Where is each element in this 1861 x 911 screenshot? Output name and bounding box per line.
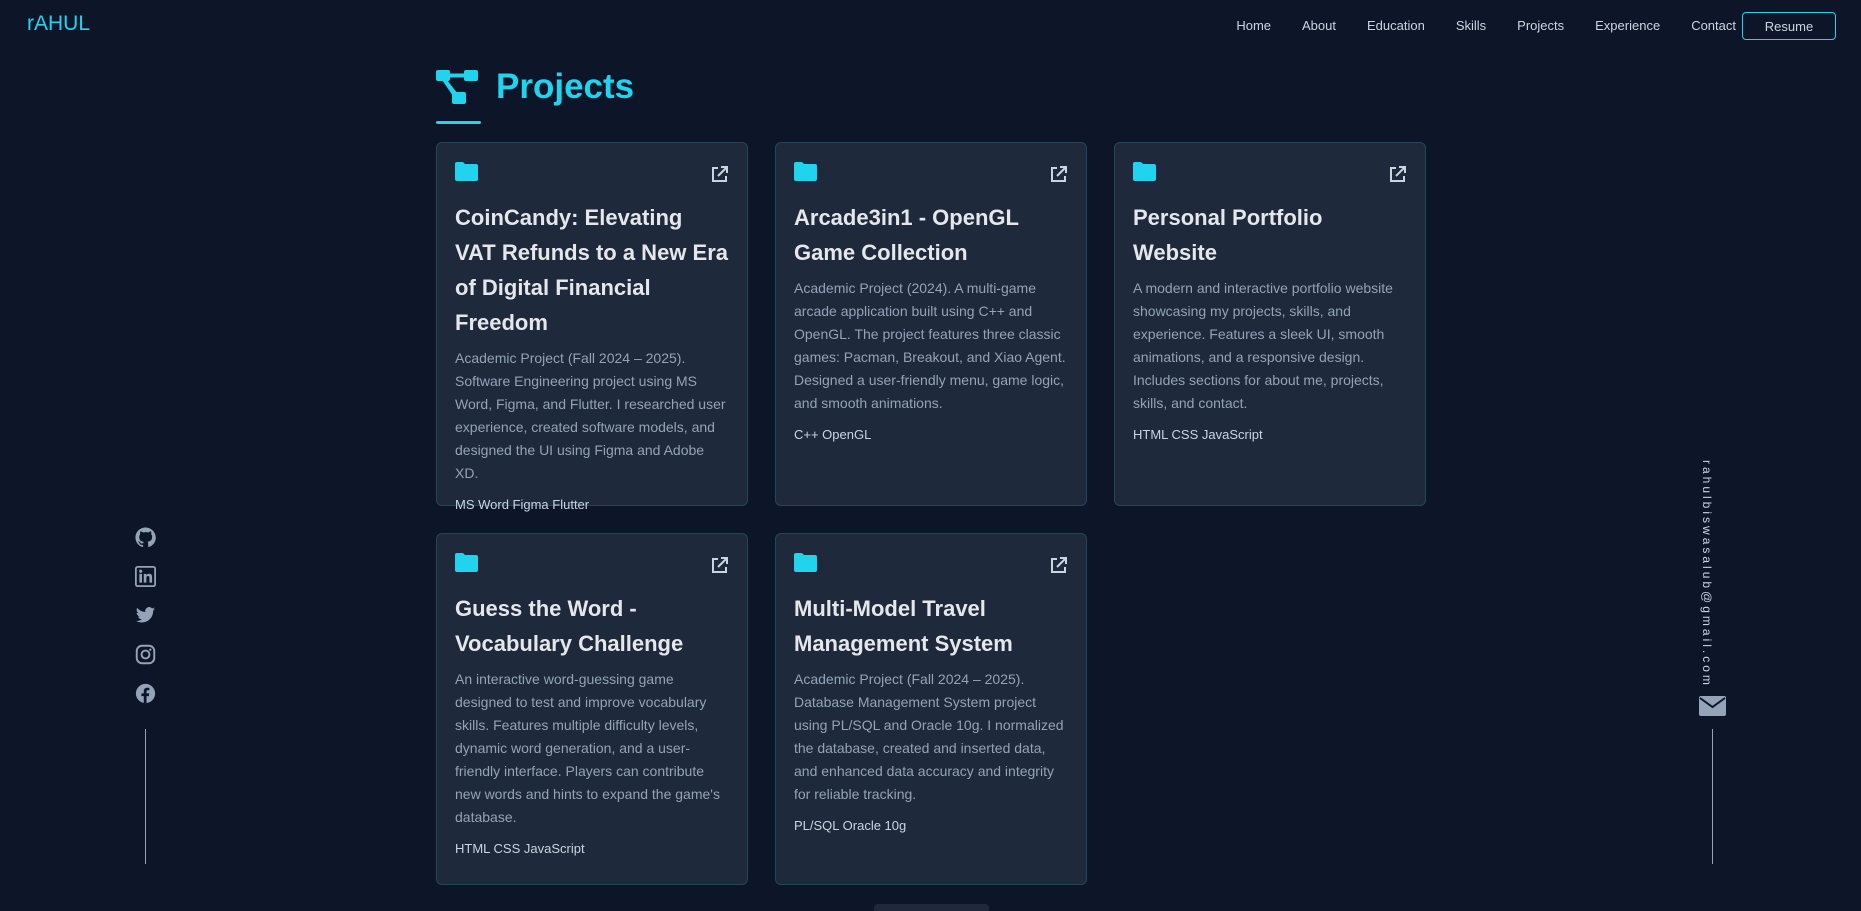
project-tech-list: C++ OpenGL — [794, 427, 872, 442]
project-title: Guess the Word - Vocabulary Challenge — [455, 596, 684, 656]
project-tech-list: PL/SQL Oracle 10g — [794, 818, 907, 833]
heading-underline — [436, 121, 481, 124]
project-tech-list: MS Word Figma Flutter — [455, 497, 590, 512]
project-diagram-icon — [436, 70, 478, 104]
external-link-icon[interactable] — [1049, 165, 1068, 184]
nav-link-experience[interactable]: Experience — [1595, 18, 1660, 33]
resume-button[interactable]: Resume — [1742, 12, 1836, 40]
top-navbar: rAHUL Home About Education Skills Projec… — [0, 0, 1861, 52]
nav-link-home[interactable]: Home — [1236, 18, 1271, 33]
project-card: Guess the Word - Vocabulary Challenge An… — [436, 533, 748, 885]
project-card: CoinCandy: Elevating VAT Refunds to a Ne… — [436, 142, 748, 512]
show-more-button[interactable] — [874, 904, 989, 911]
project-tech-list: HTML CSS JavaScript — [455, 841, 585, 856]
social-links — [135, 527, 156, 704]
project-description: Academic Project (Fall 2024 – 2025). Sof… — [455, 350, 726, 481]
external-link-icon[interactable] — [710, 165, 729, 184]
project-title: CoinCandy: Elevating VAT Refunds to a Ne… — [455, 205, 729, 335]
project-tech-list: HTML CSS JavaScript — [1133, 427, 1263, 442]
project-description: Academic Project (2024). A multi-game ar… — [794, 280, 1066, 411]
folder-icon — [455, 553, 478, 572]
project-title: Personal Portfolio Website — [1133, 205, 1323, 265]
folder-icon — [794, 162, 817, 181]
social-divider-line — [145, 729, 146, 864]
linkedin-icon[interactable] — [135, 566, 156, 587]
project-description: A modern and interactive portfolio websi… — [1133, 280, 1393, 411]
nav-link-projects[interactable]: Projects — [1517, 18, 1564, 33]
project-description: An interactive word-guessing game design… — [455, 671, 720, 825]
email-link[interactable]: rahulbiswasalub@gmail.com — [1700, 460, 1714, 688]
project-title: Multi-Model Travel Management System — [794, 596, 1013, 656]
external-link-icon[interactable] — [710, 556, 729, 575]
external-link-icon[interactable] — [1388, 165, 1407, 184]
nav-link-contact[interactable]: Contact — [1691, 18, 1736, 33]
instagram-icon[interactable] — [135, 644, 156, 665]
folder-icon — [455, 162, 478, 181]
folder-icon — [1133, 162, 1156, 181]
facebook-icon[interactable] — [135, 683, 156, 704]
section-heading: Projects — [436, 67, 634, 107]
site-logo[interactable]: rAHUL — [27, 12, 90, 36]
envelope-icon[interactable] — [1699, 696, 1726, 716]
project-title: Arcade3in1 - OpenGL Game Collection — [794, 205, 1019, 265]
twitter-icon[interactable] — [135, 605, 156, 626]
project-description: Academic Project (Fall 2024 – 2025). Dat… — [794, 671, 1064, 802]
external-link-icon[interactable] — [1049, 556, 1068, 575]
nav-link-skills[interactable]: Skills — [1456, 18, 1486, 33]
github-icon[interactable] — [135, 527, 156, 548]
project-card: Arcade3in1 - OpenGL Game Collection Acad… — [775, 142, 1087, 506]
nav-link-education[interactable]: Education — [1367, 18, 1425, 33]
project-card: Multi-Model Travel Management System Aca… — [775, 533, 1087, 885]
project-card: Personal Portfolio Website A modern and … — [1114, 142, 1426, 506]
folder-icon — [794, 553, 817, 572]
nav-links: Home About Education Skills Projects Exp… — [1205, 18, 1736, 33]
nav-link-about[interactable]: About — [1302, 18, 1336, 33]
email-divider-line — [1712, 729, 1713, 864]
section-title: Projects — [496, 67, 635, 106]
